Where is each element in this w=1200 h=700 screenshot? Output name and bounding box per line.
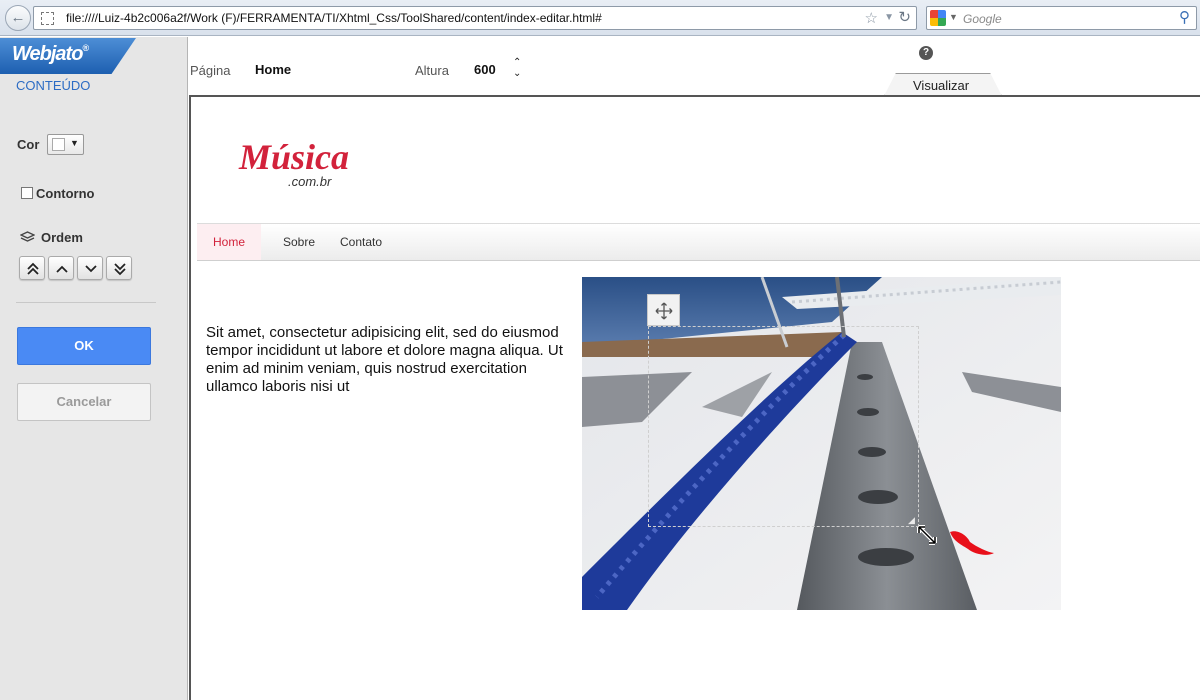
site-nav: Home Sobre Contato [197,223,1200,261]
search-engine-dropdown-icon[interactable]: ▼ [949,12,958,22]
editing-canvas: Música .com.br Home Sobre Contato Sit am… [189,95,1200,700]
cancel-button[interactable]: Cancelar [17,383,151,421]
section-title: CONTEÚDO [16,78,91,93]
google-search-icon[interactable] [930,10,946,26]
editor-sidebar: Webjato® CONTEÚDO Cor ▼ Contorno Ordem O… [0,37,188,700]
stepper-up-icon[interactable]: ⌃ [513,57,521,68]
color-swatch[interactable] [52,138,65,151]
height-label: Altura [415,63,449,78]
page-name-input[interactable] [241,55,402,84]
bookmark-star-icon[interactable]: ☆ [865,9,878,27]
outline-option[interactable]: Contorno [21,186,94,201]
send-backward-button[interactable] [77,256,103,280]
back-arrow-icon[interactable]: ← [5,5,31,31]
color-label: Cor [17,137,40,152]
url-dropdown-icon[interactable]: ▼ [884,12,894,23]
site-logo[interactable]: Música .com.br [236,135,354,195]
site-logo-domain: .com.br [288,174,332,189]
height-value[interactable]: 600 [474,62,496,77]
logo-suffix: jato [50,43,84,65]
logo-name: Web [12,43,52,65]
send-to-back-button[interactable] [106,256,132,280]
search-bar[interactable]: ▼ Google ⚲ [926,6,1197,30]
move-icon [655,302,673,320]
site-logo-text: Música [238,137,349,177]
move-handle[interactable] [647,294,680,326]
help-icon[interactable]: ? [919,46,933,60]
site-identity-icon[interactable] [41,12,54,25]
body-text[interactable]: Sit amet, consectetur adipisicing elit, … [206,324,566,396]
search-placeholder[interactable]: Google [963,12,1002,26]
bring-forward-button[interactable] [48,256,74,280]
layers-icon [20,231,35,242]
chevron-up-icon [56,265,68,273]
resize-grip-icon[interactable]: ◢ [908,515,915,526]
reload-icon[interactable]: ↻ [898,8,911,26]
ok-button[interactable]: OK [17,327,151,365]
url-text[interactable]: file:////Luiz-4b2c006a2f/Work (F)/FERRAM… [66,11,602,25]
tab-preview-label[interactable]: Visualizar [913,78,969,93]
chevron-down-icon[interactable]: ▼ [70,138,79,148]
browser-toolbar: ← file:////Luiz-4b2c006a2f/Work (F)/FERR… [0,0,1200,36]
outline-label: Contorno [36,186,95,201]
bring-to-front-button[interactable] [19,256,45,280]
resize-cursor-icon [917,525,937,545]
nav-item-sobre[interactable]: Sobre [283,224,315,260]
order-label: Ordem [41,230,83,245]
outline-checkbox[interactable] [21,187,33,199]
page-label: Página [190,63,231,78]
webjato-logo: Webjato® [0,38,136,74]
double-chevron-up-icon [27,262,39,275]
stepper-down-icon[interactable]: ⌄ [513,68,521,79]
selection-box[interactable] [648,326,919,527]
order-heading: Ordem [20,230,83,245]
address-bar[interactable]: file:////Luiz-4b2c006a2f/Work (F)/FERRAM… [33,6,917,30]
color-picker[interactable]: ▼ [47,134,84,155]
logo-registered-mark: ® [82,43,89,53]
nav-item-home[interactable]: Home [197,224,261,260]
chevron-down-icon [85,265,97,273]
nav-item-contato[interactable]: Contato [340,224,382,260]
double-chevron-down-icon [114,263,126,276]
height-stepper[interactable]: 600 ⌃ ⌄ [460,55,533,84]
search-magnifier-icon[interactable]: ⚲ [1179,8,1190,26]
sidebar-divider [16,302,156,303]
